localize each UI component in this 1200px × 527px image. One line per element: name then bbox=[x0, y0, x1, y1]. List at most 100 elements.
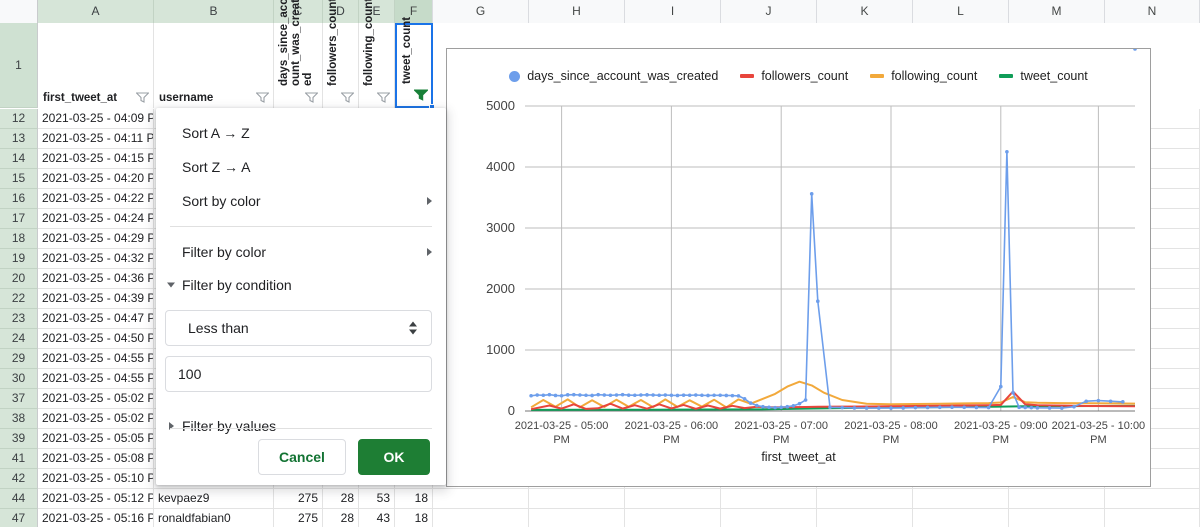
cell-empty[interactable] bbox=[433, 488, 529, 509]
cell-tweets[interactable]: 18 bbox=[395, 508, 433, 527]
row-header[interactable]: 14 bbox=[0, 149, 38, 169]
row-header[interactable]: 38 bbox=[0, 409, 38, 429]
column-header-b[interactable]: B bbox=[154, 0, 274, 23]
cell-first_tweet_at[interactable]: 2021-03-25 - 04:36 PM bbox=[38, 268, 154, 289]
cell-username[interactable]: ronaldfabian0 bbox=[154, 508, 274, 527]
cell-first_tweet_at[interactable]: 2021-03-25 - 05:02 PM bbox=[38, 388, 154, 409]
ok-button[interactable]: OK bbox=[358, 439, 430, 475]
column-header-m[interactable]: M bbox=[1009, 0, 1105, 23]
cell-empty[interactable] bbox=[529, 488, 625, 509]
cell-followers[interactable]: 28 bbox=[323, 488, 359, 509]
row-header[interactable]: 39 bbox=[0, 429, 38, 449]
cell-empty[interactable] bbox=[625, 508, 721, 527]
cell-first_tweet_at[interactable]: 2021-03-25 - 04:47 PM bbox=[38, 308, 154, 329]
cell-empty[interactable] bbox=[529, 508, 625, 527]
filter-dropdown-menu[interactable]: Sort A → Z Sort Z → A Sort by color Filt… bbox=[156, 108, 446, 485]
cancel-button[interactable]: Cancel bbox=[258, 439, 346, 475]
column-header-g[interactable]: G bbox=[433, 0, 529, 23]
cell-empty[interactable] bbox=[817, 488, 913, 509]
row-header[interactable]: 22 bbox=[0, 289, 38, 309]
header-cell-tweet-count[interactable]: tweet_count bbox=[395, 17, 435, 110]
cell-first_tweet_at[interactable]: 2021-03-25 - 05:02 PM bbox=[38, 408, 154, 429]
filter-icon-d[interactable] bbox=[341, 92, 354, 103]
column-header-i[interactable]: I bbox=[625, 0, 721, 23]
cell-first_tweet_at[interactable]: 2021-03-25 - 04:32 PM bbox=[38, 248, 154, 269]
cell-first_tweet_at[interactable]: 2021-03-25 - 04:39 PM bbox=[38, 288, 154, 309]
cell-following[interactable]: 43 bbox=[359, 508, 395, 527]
cell-first_tweet_at[interactable]: 2021-03-25 - 04:29 PM bbox=[38, 228, 154, 249]
cell-first_tweet_at[interactable]: 2021-03-25 - 04:50 PM bbox=[38, 328, 154, 349]
cell-username[interactable]: kevpaez9 bbox=[154, 488, 274, 509]
cell-empty[interactable] bbox=[1009, 488, 1105, 509]
row-header[interactable]: 19 bbox=[0, 249, 38, 269]
table-row[interactable]: 2021-03-25 - 05:16 PM ronaldfabian0 275 28 4… bbox=[38, 508, 1200, 527]
header-cell-following-count[interactable]: following_count bbox=[359, 0, 395, 108]
row-header[interactable]: 12 bbox=[0, 109, 38, 129]
cell-first_tweet_at[interactable]: 2021-03-25 - 04:24 PM bbox=[38, 208, 154, 229]
row-header[interactable]: 24 bbox=[0, 329, 38, 349]
cell-empty[interactable] bbox=[1009, 508, 1105, 527]
row-header[interactable]: 44 bbox=[0, 489, 38, 509]
condition-value-input[interactable]: 100 bbox=[165, 356, 432, 392]
row-header[interactable]: 41 bbox=[0, 449, 38, 469]
cell-first_tweet_at[interactable]: 2021-03-25 - 05:10 PM bbox=[38, 468, 154, 489]
cell-first_tweet_at[interactable]: 2021-03-25 - 04:20 PM bbox=[38, 168, 154, 189]
row-header[interactable]: 29 bbox=[0, 349, 38, 369]
condition-type-select[interactable]: Less than bbox=[165, 310, 432, 346]
row-header[interactable]: 13 bbox=[0, 129, 38, 149]
filter-icon-c[interactable] bbox=[305, 92, 318, 103]
menu-item-filter-by-values[interactable]: Filter by values bbox=[156, 410, 446, 442]
row-header[interactable]: 17 bbox=[0, 209, 38, 229]
cell-empty[interactable] bbox=[913, 508, 1009, 527]
header-cell-days-since-account-was-created[interactable]: days_since_acc ount_was_creat ed bbox=[274, 0, 323, 108]
menu-item-sort-z-a[interactable]: Sort Z → A bbox=[156, 150, 446, 184]
cell-followers[interactable]: 28 bbox=[323, 508, 359, 527]
row-header[interactable]: 37 bbox=[0, 389, 38, 409]
cell-empty[interactable] bbox=[1105, 488, 1200, 509]
header-cell-followers-count[interactable]: followers_count bbox=[323, 0, 359, 108]
select-all-corner[interactable] bbox=[0, 0, 38, 23]
cell-empty[interactable] bbox=[721, 508, 817, 527]
menu-item-filter-by-condition[interactable]: Filter by condition bbox=[156, 269, 446, 301]
column-header-a[interactable]: A bbox=[38, 0, 154, 23]
row-header[interactable]: 30 bbox=[0, 369, 38, 389]
menu-item-sort-a-z[interactable]: Sort A → Z bbox=[156, 116, 446, 150]
filter-icon-e[interactable] bbox=[377, 92, 390, 103]
cell-empty[interactable] bbox=[913, 488, 1009, 509]
row-header[interactable]: 20 bbox=[0, 269, 38, 289]
cell-first_tweet_at[interactable]: 2021-03-25 - 04:11 PM bbox=[38, 128, 154, 149]
table-row[interactable]: 2021-03-25 - 05:12 PM kevpaez9 275 28 53 18 bbox=[38, 488, 1200, 509]
row-header[interactable]: 47 bbox=[0, 509, 38, 527]
cell-tweets[interactable]: 18 bbox=[395, 488, 433, 509]
cell-first_tweet_at[interactable]: 2021-03-25 - 04:55 PM bbox=[38, 348, 154, 369]
row-header[interactable]: 23 bbox=[0, 309, 38, 329]
cell-first_tweet_at[interactable]: 2021-03-25 - 05:12 PM bbox=[38, 488, 154, 509]
cell-first_tweet_at[interactable]: 2021-03-25 - 05:05 PM bbox=[38, 428, 154, 449]
column-header-n[interactable]: N bbox=[1105, 0, 1200, 23]
column-header-k[interactable]: K bbox=[817, 0, 913, 23]
cell-first_tweet_at[interactable]: 2021-03-25 - 04:22 PM bbox=[38, 188, 154, 209]
header-cell-first-tweet-at[interactable]: first_tweet_at bbox=[38, 23, 154, 108]
header-cell-username[interactable]: username bbox=[154, 23, 274, 108]
filter-icon-b[interactable] bbox=[256, 92, 269, 103]
column-header-h[interactable]: H bbox=[529, 0, 625, 23]
cell-days[interactable]: 275 bbox=[274, 508, 323, 527]
row-header-1[interactable]: 1 bbox=[0, 23, 38, 108]
row-header[interactable]: 18 bbox=[0, 229, 38, 249]
cell-empty[interactable] bbox=[721, 488, 817, 509]
cell-empty[interactable] bbox=[433, 508, 529, 527]
cell-first_tweet_at[interactable]: 2021-03-25 - 04:55 PM bbox=[38, 368, 154, 389]
cell-first_tweet_at[interactable]: 2021-03-25 - 05:16 PM bbox=[38, 508, 154, 527]
cell-first_tweet_at[interactable]: 2021-03-25 - 04:15 PM bbox=[38, 148, 154, 169]
row-header[interactable]: 16 bbox=[0, 189, 38, 209]
row-header[interactable]: 15 bbox=[0, 169, 38, 189]
cell-days[interactable]: 275 bbox=[274, 488, 323, 509]
cell-empty[interactable] bbox=[817, 508, 913, 527]
cell-empty[interactable] bbox=[1105, 508, 1200, 527]
cell-empty[interactable] bbox=[625, 488, 721, 509]
menu-item-filter-by-color[interactable]: Filter by color bbox=[156, 235, 446, 269]
row-header[interactable]: 42 bbox=[0, 469, 38, 489]
column-header-j[interactable]: J bbox=[721, 0, 817, 23]
filter-icon-a[interactable] bbox=[136, 92, 149, 103]
chart-panel[interactable]: days_since_account_was_created followers_… bbox=[446, 48, 1151, 487]
